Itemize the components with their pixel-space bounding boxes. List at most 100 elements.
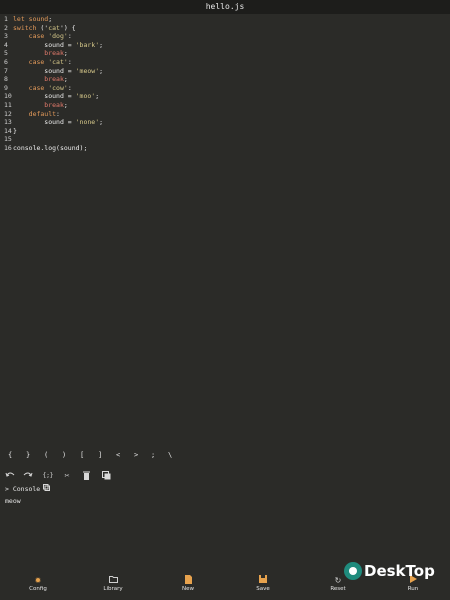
copy-icon[interactable] bbox=[100, 469, 112, 481]
save-label: Save bbox=[256, 586, 270, 592]
symbol-key[interactable]: ) bbox=[62, 451, 66, 459]
code-token: sound = bbox=[13, 92, 76, 101]
code-token: (' bbox=[36, 23, 49, 32]
library-label: Library bbox=[103, 586, 123, 592]
code-token: break bbox=[13, 75, 64, 84]
code-token: 'cow' bbox=[48, 83, 68, 92]
symbol-key[interactable]: } bbox=[26, 451, 30, 459]
code-token: ; bbox=[99, 118, 104, 127]
symbol-key[interactable]: ( bbox=[44, 451, 48, 459]
code-token: 'none' bbox=[75, 118, 100, 127]
code-token: : bbox=[67, 57, 72, 66]
trash-icon[interactable] bbox=[80, 469, 92, 481]
code-line[interactable]: 16 console.log(sound); bbox=[0, 144, 450, 153]
line-number: 11 bbox=[4, 100, 12, 109]
code-token: sound bbox=[28, 15, 49, 23]
undo-icon[interactable] bbox=[4, 469, 16, 481]
watermark-icon bbox=[344, 562, 362, 580]
line-number: 12 bbox=[4, 109, 12, 118]
code-token: break bbox=[13, 100, 64, 109]
line-number: 1 bbox=[4, 15, 8, 23]
copy-console-icon[interactable] bbox=[43, 484, 51, 493]
code-line[interactable]: 3 case 'dog': bbox=[0, 32, 450, 41]
code-token: ; bbox=[95, 92, 100, 101]
code-token: 'moo' bbox=[75, 92, 96, 101]
braces-icon[interactable]: {;} bbox=[42, 469, 54, 481]
code-line[interactable]: 6 case 'cat': bbox=[0, 58, 450, 67]
code-line[interactable]: 5 break; bbox=[0, 49, 450, 58]
code-line[interactable]: 9 case 'cow': bbox=[0, 84, 450, 93]
code-token: cat bbox=[48, 23, 60, 32]
config-button[interactable]: ✹ Config bbox=[13, 575, 63, 592]
code-token: 'cat' bbox=[48, 57, 68, 66]
title-bar: hello.js bbox=[0, 0, 450, 14]
line-number: 8 bbox=[4, 75, 8, 84]
line-number: 7 bbox=[4, 66, 8, 75]
watermark-logo: DeskTop bbox=[344, 556, 444, 586]
config-label: Config bbox=[29, 586, 47, 592]
line-number: 6 bbox=[4, 57, 8, 66]
line-number: 5 bbox=[4, 49, 8, 58]
line-number: 3 bbox=[4, 32, 8, 41]
code-token: ; bbox=[99, 40, 104, 49]
code-line[interactable]: 14} bbox=[0, 127, 450, 136]
line-number: 14 bbox=[4, 126, 12, 135]
console-header[interactable]: > Console bbox=[5, 484, 51, 493]
line-number: 10 bbox=[4, 92, 12, 101]
reset-label: Reset bbox=[330, 586, 346, 592]
symbol-key[interactable]: < bbox=[116, 451, 120, 459]
edit-toolbar: {;} ✂ bbox=[0, 469, 130, 481]
console-output: meow bbox=[5, 497, 21, 505]
line-number: 15 bbox=[4, 135, 12, 144]
code-token: sound = bbox=[13, 66, 76, 75]
symbol-key[interactable]: ] bbox=[98, 451, 102, 459]
code-line[interactable]: 1 let sound; bbox=[0, 15, 450, 24]
symbol-key[interactable]: [ bbox=[80, 451, 84, 459]
symbol-key[interactable]: \ bbox=[168, 451, 172, 459]
code-token: sound = bbox=[13, 118, 76, 127]
redo-icon[interactable] bbox=[22, 469, 34, 481]
code-line[interactable]: 8 break; bbox=[0, 75, 450, 84]
file-title: hello.js bbox=[205, 2, 245, 11]
save-button[interactable]: Save bbox=[238, 575, 288, 592]
line-number: 2 bbox=[4, 23, 8, 32]
line-number: 13 bbox=[4, 118, 12, 127]
code-line[interactable]: 2 switch (' cat ') { bbox=[0, 24, 450, 33]
code-token: default bbox=[13, 109, 57, 118]
code-line[interactable]: 10 sound = 'moo'; bbox=[0, 92, 450, 101]
code-token: console.log(sound); bbox=[13, 143, 88, 152]
library-button[interactable]: Library bbox=[88, 575, 138, 592]
code-token: ; bbox=[99, 66, 104, 75]
code-line[interactable]: 12 default: bbox=[0, 110, 450, 119]
code-token: sound = bbox=[13, 40, 76, 49]
code-token: break bbox=[13, 49, 64, 58]
symbol-key[interactable]: ; bbox=[151, 451, 155, 459]
code-editor[interactable]: 1 let sound; 2 switch (' cat ') {3 case 'dog'… bbox=[0, 15, 450, 153]
folder-icon bbox=[88, 575, 138, 586]
line-number: 4 bbox=[4, 40, 8, 49]
symbol-key[interactable]: > bbox=[134, 451, 138, 459]
symbol-bar: {} () [] < >; \ bbox=[0, 449, 450, 463]
code-token: : bbox=[67, 32, 72, 41]
run-label: Run bbox=[407, 586, 419, 592]
code-token: 'bark' bbox=[75, 40, 100, 49]
code-token: case bbox=[13, 57, 49, 66]
code-token: ; bbox=[63, 100, 68, 109]
line-number: 9 bbox=[4, 83, 8, 92]
code-line[interactable]: 11 break; bbox=[0, 101, 450, 110]
code-token: let bbox=[13, 15, 29, 23]
code-line[interactable]: 15 bbox=[0, 135, 450, 144]
symbol-key[interactable]: { bbox=[8, 451, 12, 459]
code-token: ; bbox=[48, 15, 53, 23]
new-button[interactable]: New bbox=[163, 575, 213, 592]
code-token: : bbox=[67, 83, 72, 92]
watermark-text: DeskTop bbox=[364, 562, 435, 580]
code-line[interactable]: 4 sound = 'bark'; bbox=[0, 41, 450, 50]
code-line[interactable]: 13 sound = 'none'; bbox=[0, 118, 450, 127]
code-line[interactable]: 7 sound = 'meow'; bbox=[0, 67, 450, 76]
gear-icon: ✹ bbox=[34, 576, 42, 585]
code-token: ; bbox=[63, 75, 68, 84]
scissors-icon[interactable]: ✂ bbox=[61, 469, 73, 481]
new-label: New bbox=[182, 586, 194, 592]
save-icon bbox=[238, 575, 288, 586]
